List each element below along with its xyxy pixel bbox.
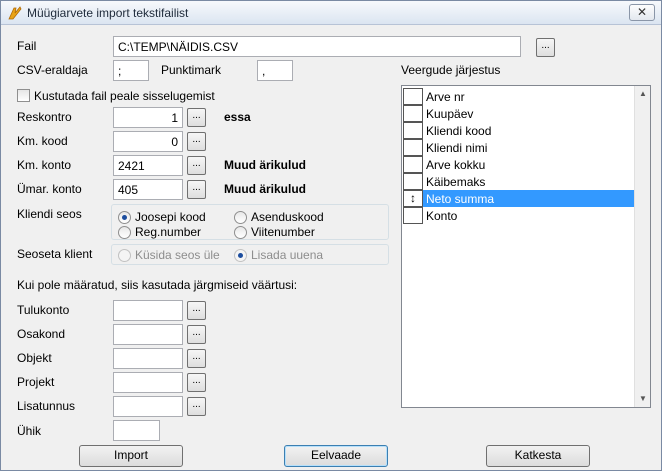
tulukonto-input[interactable] <box>113 300 183 321</box>
kliendi-seos-group: Joosepi kood Asenduskood Reg.number Viit… <box>111 204 389 240</box>
umar-konto-label: Ümar. konto <box>17 182 82 196</box>
radio-joosepi-kood[interactable] <box>118 211 131 224</box>
reskontro-input[interactable]: 1 <box>113 107 183 128</box>
dialog-window: Müügiarvete import tekstifailist ✕ Fail … <box>0 0 662 471</box>
radio-lisada-uuena-label: Lisada uuena <box>251 248 324 262</box>
km-konto-label: Km. konto <box>17 158 72 172</box>
radio-viitenumber[interactable] <box>234 226 247 239</box>
column-item-arve-nr[interactable]: Arve nr <box>403 88 634 105</box>
km-konto-input[interactable]: 2421 <box>113 155 183 176</box>
window-title: Müügiarvete import tekstifailist <box>27 6 189 20</box>
km-kood-browse-button[interactable]: ... <box>187 132 206 151</box>
columns-label: Veergude järjestus <box>401 63 501 77</box>
app-icon <box>8 6 22 20</box>
objekt-label: Objekt <box>17 351 52 365</box>
osakond-browse-button[interactable]: ... <box>187 325 206 344</box>
km-konto-browse-button[interactable]: ... <box>187 156 206 175</box>
column-item-arve-kokku[interactable]: Arve kokku <box>403 156 634 173</box>
csv-input[interactable]: ; <box>113 60 149 81</box>
scroll-down-arrow-icon[interactable]: ▼ <box>635 391 651 407</box>
columns-scrollbar[interactable]: ▲ ▼ <box>634 86 650 407</box>
seoseta-klient-label: Seoseta klient <box>17 247 93 261</box>
radio-lisada-uuena[interactable] <box>234 249 247 262</box>
radio-kusida-seos-label: Küsida seos üle <box>135 248 220 262</box>
column-item-box <box>403 105 423 122</box>
import-button[interactable]: Import <box>79 445 183 467</box>
osakond-label: Osakond <box>17 327 66 341</box>
column-item-kaibemaks[interactable]: Käibemaks <box>403 173 634 190</box>
km-konto-info: Muud ärikulud <box>224 158 306 172</box>
punktimark-label: Punktimark <box>161 63 222 77</box>
reskontro-browse-button[interactable]: ... <box>187 108 206 127</box>
columns-listbox[interactable]: Arve nr Kuupäev Kliendi kood Kliendi nim… <box>401 85 651 408</box>
radio-joosepi-kood-label: Joosepi kood <box>135 210 206 224</box>
projekt-browse-button[interactable]: ... <box>187 373 206 392</box>
objekt-input[interactable] <box>113 348 183 369</box>
km-kood-input[interactable]: 0 <box>113 131 183 152</box>
column-item-box <box>403 173 423 190</box>
radio-asenduskood-label: Asenduskood <box>251 210 324 224</box>
column-item-konto[interactable]: Konto <box>403 207 634 224</box>
kustutada-label: Kustutada fail peale sisselugemist <box>34 89 215 103</box>
column-item-box <box>403 156 423 173</box>
radio-reg-number-label: Reg.number <box>135 225 202 239</box>
csv-label: CSV-eraldaja <box>17 63 88 77</box>
reskontro-info: essa <box>224 110 251 124</box>
fail-browse-button[interactable]: ... <box>536 38 555 57</box>
projekt-input[interactable] <box>113 372 183 393</box>
objekt-browse-button[interactable]: ... <box>187 349 206 368</box>
column-item-neto-summa[interactable]: ↕ Neto summa <box>403 190 634 207</box>
umar-konto-browse-button[interactable]: ... <box>187 180 206 199</box>
column-item-box <box>403 88 423 105</box>
lisatunnus-label: Lisatunnus <box>17 399 76 413</box>
tulukonto-label: Tulukonto <box>17 303 70 317</box>
osakond-input[interactable] <box>113 324 183 345</box>
column-item-kliendi-kood[interactable]: Kliendi kood <box>403 122 634 139</box>
radio-kusida-seos[interactable] <box>118 249 131 262</box>
lisatunnus-browse-button[interactable]: ... <box>187 397 206 416</box>
radio-asenduskood[interactable] <box>234 211 247 224</box>
reskontro-label: Reskontro <box>17 110 72 124</box>
umar-konto-info: Muud ärikulud <box>224 182 306 196</box>
column-item-box <box>403 122 423 139</box>
katkesta-button[interactable]: Katkesta <box>486 445 590 467</box>
radio-reg-number[interactable] <box>118 226 131 239</box>
kliendi-seos-label: Kliendi seos <box>17 207 82 221</box>
title-bar: Müügiarvete import tekstifailist ✕ <box>1 1 661 25</box>
kustutada-checkbox[interactable] <box>17 89 30 102</box>
uhik-input[interactable] <box>113 420 160 441</box>
punktimark-input[interactable]: , <box>257 60 293 81</box>
close-button[interactable]: ✕ <box>629 4 655 21</box>
column-item-box <box>403 207 423 224</box>
fail-label: Fail <box>17 39 37 53</box>
lisatunnus-input[interactable] <box>113 396 183 417</box>
fail-input[interactable]: C:\TEMP\NÄIDIS.CSV <box>113 36 521 57</box>
move-handle-icon[interactable]: ↕ <box>403 190 423 207</box>
km-kood-label: Km. kood <box>17 134 68 148</box>
scroll-up-arrow-icon[interactable]: ▲ <box>635 86 651 102</box>
eelvaade-button[interactable]: Eelvaade <box>284 445 388 467</box>
column-item-box <box>403 139 423 156</box>
radio-viitenumber-label: Viitenumber <box>251 225 315 239</box>
column-item-kliendi-nimi[interactable]: Kliendi nimi <box>403 139 634 156</box>
umar-konto-input[interactable]: 405 <box>113 179 183 200</box>
tulukonto-browse-button[interactable]: ... <box>187 301 206 320</box>
projekt-label: Projekt <box>17 375 55 389</box>
column-item-kuupaev[interactable]: Kuupäev <box>403 105 634 122</box>
defaults-heading: Kui pole määratud, siis kasutada järgmis… <box>17 278 298 292</box>
uhik-label: Ühik <box>17 424 42 438</box>
seoseta-klient-group: Küsida seos üle Lisada uuena <box>111 244 389 265</box>
